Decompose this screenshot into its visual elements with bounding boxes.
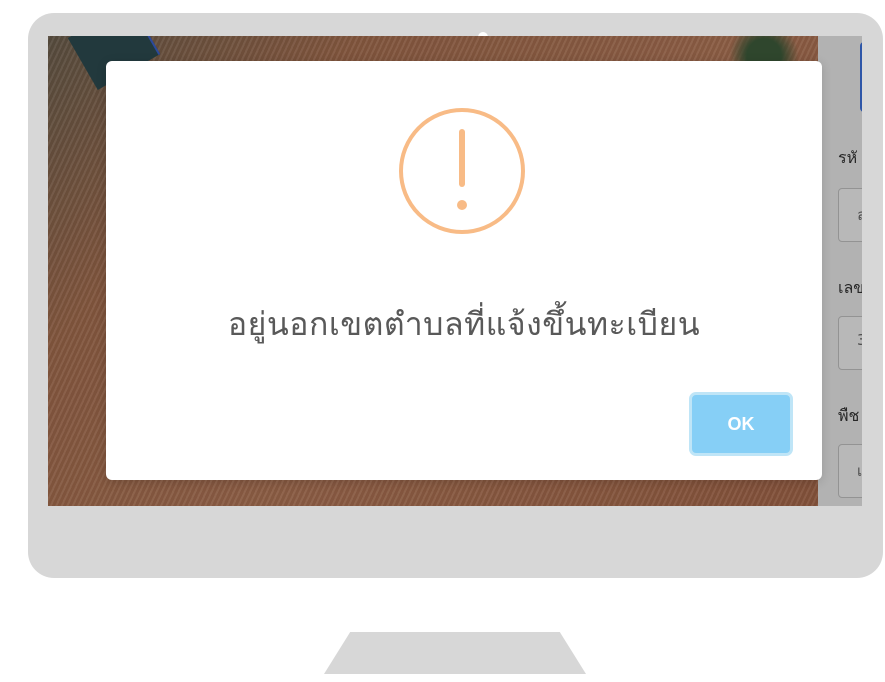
ok-button[interactable]: OK: [689, 392, 793, 456]
alert-dialog: อยู่นอกเขตตำบลที่แจ้งขึ้นทะเบียน OK: [106, 61, 822, 480]
warning-icon: [399, 108, 525, 234]
monitor-stand: [324, 632, 586, 674]
dialog-message: อยู่นอกเขตตำบลที่แจ้งขึ้นทะเบียน: [227, 305, 701, 343]
